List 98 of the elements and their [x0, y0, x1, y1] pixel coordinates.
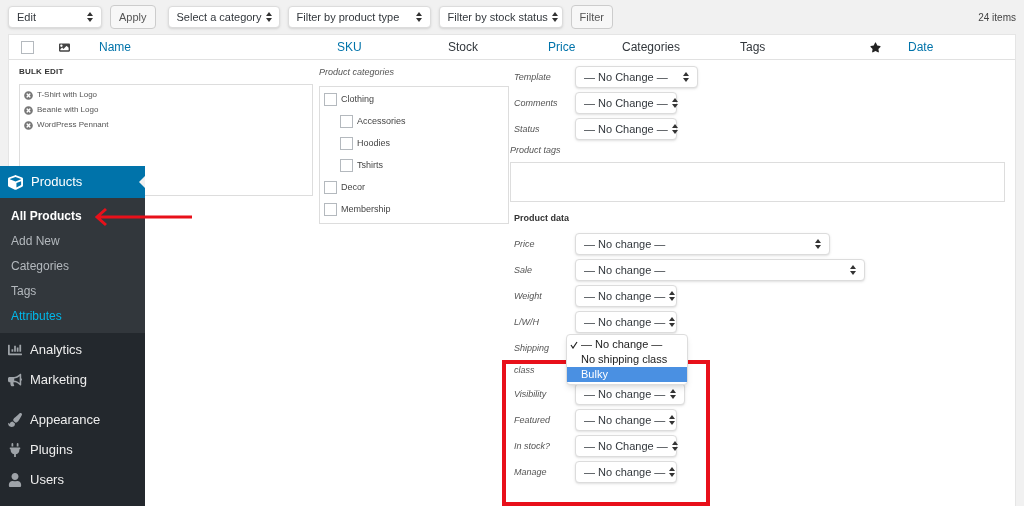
paintbrush-icon — [8, 413, 22, 427]
updown-arrows-icon — [669, 291, 676, 301]
image-icon — [59, 41, 70, 53]
menu-item[interactable]: Analytics — [0, 335, 145, 365]
updown-arrows-icon — [670, 389, 676, 399]
section-title: BULK EDIT — [19, 66, 65, 78]
checkbox[interactable] — [340, 159, 353, 172]
updown-arrows-icon — [815, 239, 821, 249]
dropdown-select[interactable]: Filter by stock status — [438, 6, 563, 28]
section-label: Product categories — [319, 66, 396, 79]
category-label: Decor — [341, 180, 365, 194]
column-header[interactable]: Price — [548, 38, 576, 56]
submenu-item[interactable]: Attributes — [0, 303, 73, 328]
updown-arrows-icon — [671, 98, 678, 108]
column-header[interactable]: SKU — [337, 38, 362, 56]
submenu-item[interactable]: All Products — [0, 203, 93, 228]
tags-textarea[interactable] — [510, 161, 1005, 202]
field-label: Visibility — [514, 388, 548, 401]
checkbox[interactable] — [21, 40, 34, 54]
menu-item[interactable]: Appearance — [0, 405, 145, 435]
dropdown-select[interactable]: — No Change — — [575, 92, 677, 114]
updown-arrows-icon — [850, 265, 856, 275]
category-label: Hoodies — [357, 136, 391, 150]
dropdown-select[interactable]: — No Change — — [575, 66, 698, 88]
field-label: L/W/H — [514, 316, 540, 329]
field-label: Sale — [514, 264, 533, 277]
dropdown-select[interactable]: — No Change — — [575, 435, 677, 457]
field-label: Comments — [514, 97, 559, 110]
updown-arrows-icon — [265, 12, 272, 22]
field-label: Featured — [514, 414, 552, 427]
current-notch-icon — [139, 176, 145, 188]
menu-option[interactable]: No shipping class — [567, 352, 687, 367]
user-icon — [8, 473, 22, 487]
updown-arrows-icon — [87, 12, 93, 22]
dropdown-select[interactable]: — No change — — [575, 409, 677, 431]
dropdown-select[interactable]: — No change — — [575, 285, 677, 307]
checkbox[interactable] — [340, 115, 353, 128]
checkbox[interactable] — [324, 203, 337, 216]
dropdown-select[interactable]: Select a category — [167, 6, 280, 28]
remove-icon[interactable] — [24, 90, 33, 100]
dropdown-select[interactable]: — No change — — [575, 311, 677, 333]
dropdown-select[interactable]: — No change — — [575, 461, 677, 483]
column-header[interactable]: Date — [908, 38, 934, 56]
field-label: In stock? — [514, 440, 552, 453]
field-label: Price — [514, 238, 536, 251]
updown-arrows-icon — [415, 12, 422, 22]
dropdown-select[interactable]: — No change — — [575, 259, 865, 281]
field-label: Shipping class — [514, 342, 551, 377]
item-count: 24 items — [978, 10, 1016, 25]
menu-item[interactable]: Users — [0, 465, 145, 495]
product-name: Beanie with Logo — [37, 104, 99, 116]
menu-item[interactable]: Products — [0, 166, 145, 198]
filter-button[interactable]: Filter — [570, 5, 613, 29]
menu-option[interactable]: — No change — — [567, 337, 687, 352]
updown-arrows-icon — [683, 72, 689, 82]
updown-arrows-icon — [669, 467, 676, 477]
category-label: Membership — [341, 202, 391, 216]
product-name: WordPress Pennant — [37, 119, 109, 131]
category-label: Tshirts — [357, 158, 383, 172]
cube-icon — [8, 174, 23, 190]
checkbox[interactable] — [340, 137, 353, 150]
menu-item[interactable]: Marketing — [0, 365, 145, 395]
submenu-item[interactable]: Categories — [0, 253, 81, 278]
updown-arrows-icon — [551, 12, 558, 22]
column-header[interactable]: Name — [99, 38, 131, 56]
updown-arrows-icon — [669, 317, 676, 327]
field-label: Status — [514, 123, 541, 136]
dropdown-select[interactable]: Filter by product type — [287, 6, 431, 28]
updown-arrows-icon — [669, 415, 676, 425]
dropdown-select[interactable]: Edit — [8, 6, 102, 28]
plug-icon — [8, 443, 22, 457]
bar-chart-icon — [8, 343, 22, 357]
remove-icon[interactable] — [24, 105, 33, 115]
field-label: Manage — [514, 466, 548, 479]
dropdown-select[interactable]: — No change — — [575, 383, 685, 405]
updown-arrows-icon — [671, 441, 678, 451]
megaphone-icon — [8, 373, 22, 387]
menu-item[interactable]: Plugins — [0, 435, 145, 465]
column-header: Tags — [740, 39, 766, 56]
checkbox[interactable] — [324, 93, 337, 106]
category-label: Accessories — [357, 114, 406, 128]
field-label: Template — [514, 71, 552, 84]
field-label: Weight — [514, 290, 543, 303]
column-header: Categories — [622, 39, 681, 56]
column-header: Stock — [448, 39, 478, 56]
star-icon — [870, 41, 881, 53]
apply-button[interactable]: Apply — [110, 5, 156, 29]
checkbox[interactable] — [324, 181, 337, 194]
product-name: T-Shirt with Logo — [37, 89, 98, 101]
submenu-item[interactable]: Add New — [0, 228, 71, 253]
dropdown-select[interactable]: — No Change — — [575, 118, 677, 140]
section-title: Product data — [514, 211, 570, 225]
remove-icon[interactable] — [24, 120, 33, 130]
submenu-item[interactable]: Tags — [0, 278, 48, 303]
category-label: Clothing — [341, 92, 375, 106]
dropdown-select[interactable]: — No change — — [575, 233, 830, 255]
updown-arrows-icon — [671, 124, 678, 134]
section-label: Product tags — [510, 144, 562, 157]
